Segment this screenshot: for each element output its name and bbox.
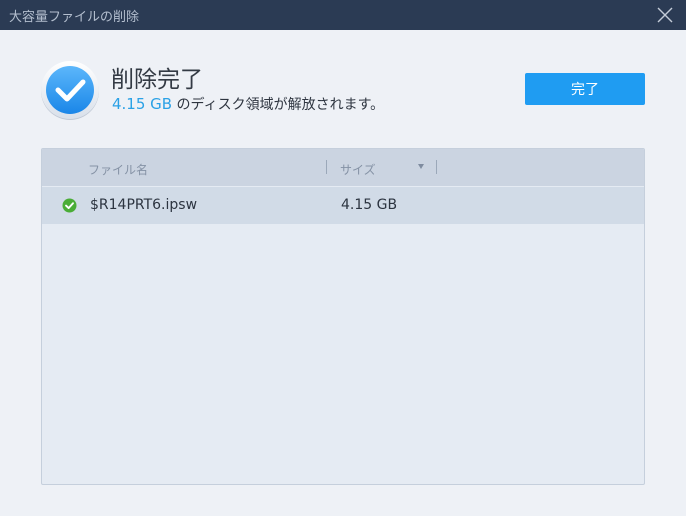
title-bar: 大容量ファイルの削除	[0, 0, 686, 30]
sort-desc-icon[interactable]	[418, 164, 424, 169]
table-row[interactable]: $R14PRT6.ipsw 4.15 GB	[42, 187, 644, 224]
file-size: 4.15 GB	[341, 197, 398, 213]
column-divider[interactable]	[436, 160, 437, 174]
freed-size: 4.15 GB	[112, 95, 173, 113]
file-list: ファイル名 サイズ $R14PRT6.ipsw 4.15 GB	[41, 148, 645, 485]
check-icon	[62, 198, 77, 213]
page-title: 削除完了	[111, 67, 203, 93]
check-circle-icon	[40, 60, 100, 120]
done-button[interactable]: 完了	[525, 73, 645, 105]
column-header-name[interactable]: ファイル名	[88, 161, 148, 178]
close-icon[interactable]	[654, 4, 676, 26]
window-title: 大容量ファイルの削除	[9, 10, 140, 25]
freed-space-message: 4.15 GB のディスク領域が解放されます。	[112, 94, 384, 114]
table-header: ファイル名 サイズ	[42, 149, 644, 186]
file-name: $R14PRT6.ipsw	[90, 197, 198, 213]
freed-message-text: のディスク領域が解放されます。	[172, 97, 385, 113]
column-header-size[interactable]: サイズ	[340, 161, 376, 178]
column-divider[interactable]	[326, 160, 327, 174]
